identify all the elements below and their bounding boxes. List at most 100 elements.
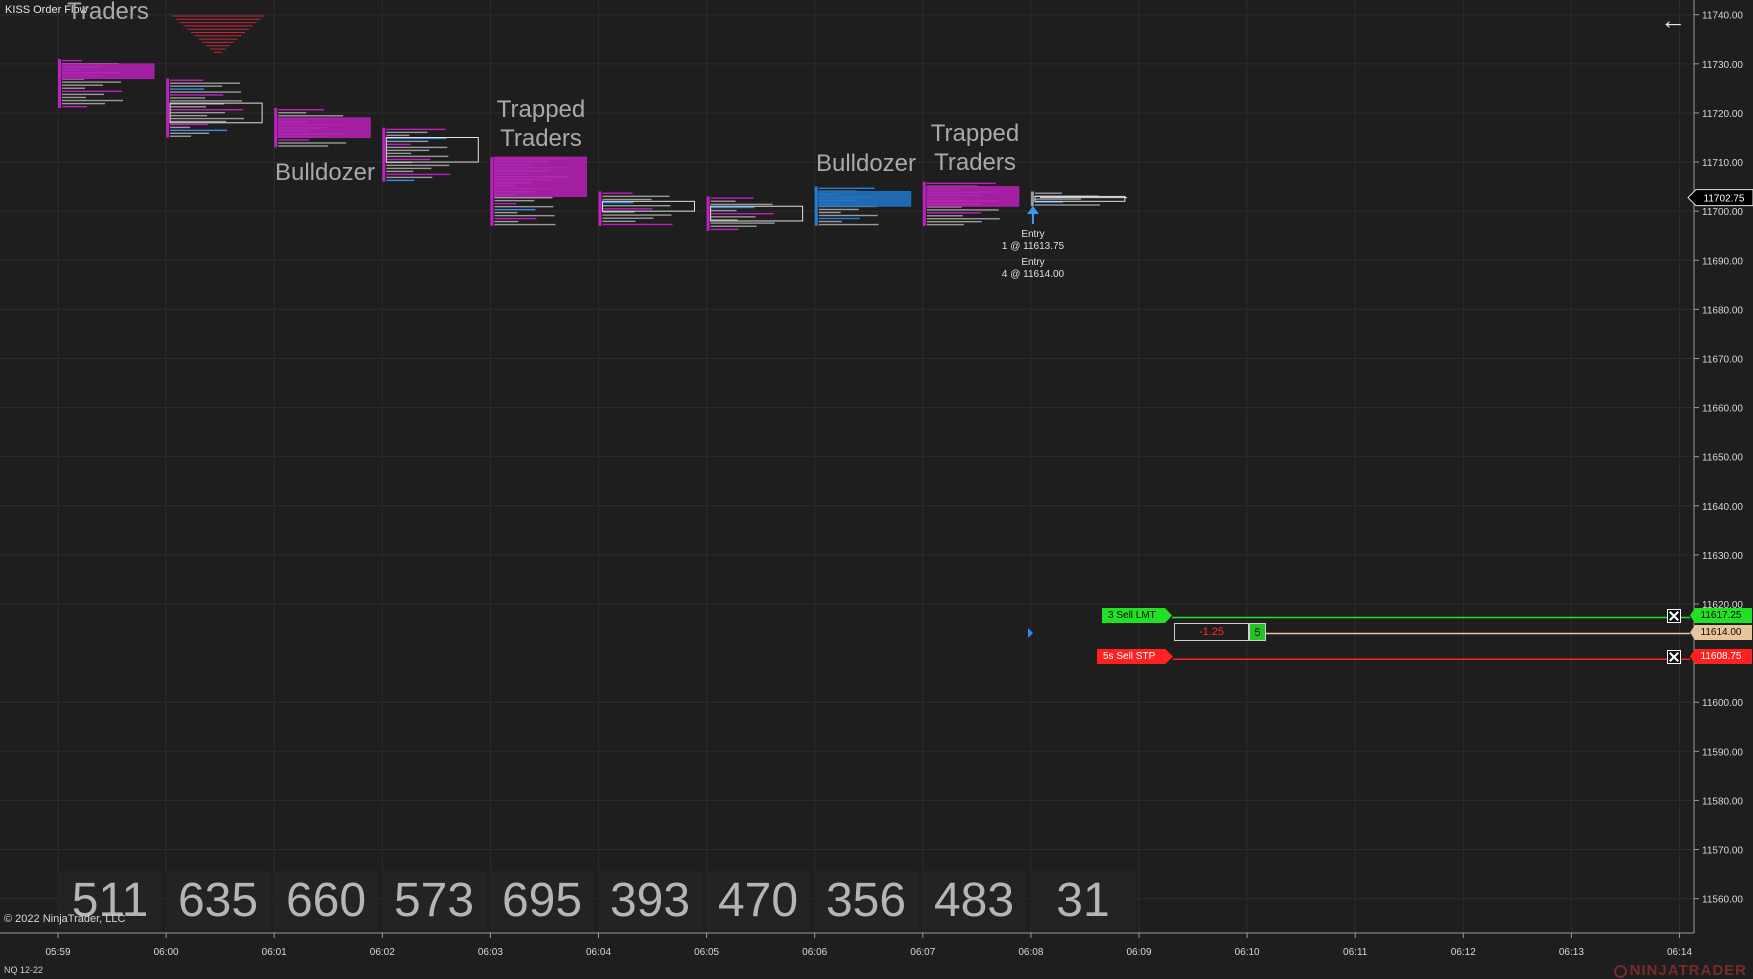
- price-tick-label: 11720.00: [1702, 109, 1743, 120]
- volume-box: 635: [166, 871, 270, 930]
- time-tick-label: 06:07: [910, 947, 935, 958]
- price-tick-label: 11570.00: [1702, 846, 1743, 857]
- footprint-bar-range: [922, 181, 926, 226]
- volume-box: 470: [706, 871, 810, 930]
- volume-profile-row: [494, 217, 537, 220]
- volume-profile-row: [926, 215, 963, 217]
- close-stop-order-button[interactable]: [1667, 650, 1681, 664]
- current-price-label: 11702.75: [1704, 194, 1745, 205]
- time-tick-label: 06:09: [1126, 947, 1151, 958]
- footprint-bar-range: [706, 196, 710, 231]
- sell-limit-order-tag[interactable]: 3 Sell LMT: [1102, 608, 1172, 623]
- price-tick-label: 11580.00: [1702, 796, 1743, 807]
- volume-profile-row: [602, 217, 654, 219]
- volume-profile-row: [710, 197, 754, 199]
- volume-profile-row: [494, 211, 518, 214]
- volume-profile-row: [386, 146, 448, 149]
- time-tick-label: 06:00: [154, 947, 179, 958]
- volume-profile-row: [710, 228, 739, 231]
- volume-profile-row: [170, 88, 205, 90]
- volume-profile-row: [710, 206, 755, 209]
- volume-profile-row: [278, 109, 325, 111]
- volume-profile-row: [926, 212, 981, 214]
- stop-price-label: 11608.75: [1690, 649, 1752, 664]
- volume-profile-row: [926, 220, 982, 223]
- volume-profile-row: [494, 214, 555, 217]
- volume-profile-row: [602, 192, 633, 194]
- instrument-label: NQ 12-22: [4, 965, 44, 975]
- volume-profile-row: [386, 155, 449, 158]
- time-tick-label: 06:05: [694, 947, 719, 958]
- time-tick-label: 06:08: [1018, 947, 1043, 958]
- volume-profile-row: [602, 195, 670, 198]
- footprint-bar-range: [58, 58, 61, 109]
- value-area-box: [61, 63, 155, 80]
- position-price-label: 11614.00: [1690, 625, 1752, 640]
- volume-profile-row: [62, 90, 122, 93]
- price-tick-label: 11710.00: [1702, 158, 1743, 169]
- volume-profile-row: [926, 182, 996, 185]
- volume-profile-row: [818, 214, 878, 217]
- annotation-traders: Traders: [67, 0, 149, 25]
- volume-profile-row: [818, 220, 842, 223]
- time-tick-label: 06:04: [586, 947, 611, 958]
- volume-profile-row: [926, 218, 1000, 220]
- volume-profile-row: [170, 109, 244, 111]
- volume-profile-row: [386, 143, 411, 146]
- volume-profile-row: [170, 85, 223, 87]
- sell-stop-order-tag[interactable]: 5s Sell STP: [1097, 649, 1173, 664]
- volume-profile-row: [386, 134, 410, 137]
- volume-profile-row: [62, 59, 82, 62]
- chart-canvas[interactable]: 11740.00 11730.00 11720.00 11710.00 11700.00…: [0, 0, 1753, 979]
- volume-profile-row: [602, 205, 671, 207]
- volume-profile-row: [62, 87, 85, 89]
- volume-profile-row: [278, 142, 347, 144]
- volume-profile-row: [170, 123, 209, 126]
- volume-profile-row: [386, 167, 432, 170]
- position-quantity-button[interactable]: 5: [1249, 623, 1266, 641]
- volume-profile-row: [386, 173, 451, 176]
- time-tick-label: 06:12: [1451, 947, 1476, 958]
- volume-profile-row: [386, 140, 429, 143]
- volume-profile-row: [170, 106, 207, 108]
- price-tick-label: 11730.00: [1702, 60, 1743, 71]
- value-area-box: [926, 186, 1020, 207]
- volume-profile-row: [170, 100, 243, 102]
- footprint-bar-range: [490, 157, 494, 226]
- volume-profile-row: [710, 213, 774, 215]
- time-tick-label: 06:13: [1559, 947, 1584, 958]
- volume-box: 483: [922, 871, 1026, 930]
- time-tick-label: 06:06: [802, 947, 827, 958]
- volume-profile-row: [170, 114, 208, 117]
- volume-profile-row: [494, 208, 536, 211]
- volume-profile-row: [602, 198, 652, 201]
- volume-profile-row: [494, 202, 517, 205]
- volume-box: 695: [490, 871, 594, 930]
- volume-profile-row: [494, 205, 554, 208]
- volume-profile-row: [710, 203, 773, 206]
- volume-profile-row: [602, 214, 672, 216]
- volume-profile-row: [818, 211, 841, 214]
- volume-profile-row: [386, 149, 430, 152]
- volume-profile-row: [278, 139, 310, 141]
- time-tick-label: 06:03: [478, 947, 503, 958]
- volume-box: 660: [274, 871, 378, 930]
- volume-profile-row: [62, 96, 86, 99]
- position-pnl: -1.25: [1174, 623, 1249, 641]
- volume-profile-row: [62, 93, 104, 96]
- volume-profile-row: [602, 223, 673, 226]
- close-target-order-button[interactable]: [1667, 609, 1681, 623]
- time-tick-label: 05:59: [45, 947, 70, 958]
- volume-profile-row: [710, 216, 756, 218]
- time-tick-label: 06:11: [1343, 947, 1368, 958]
- trapped-traders-triangle: [172, 15, 264, 53]
- volume-profile-row: [386, 158, 431, 161]
- volume-profile-row: [386, 179, 415, 182]
- time-tick-label: 06:01: [262, 947, 287, 958]
- volume-profile-row: [386, 164, 450, 167]
- arrow-left-icon[interactable]: ←: [1660, 6, 1686, 34]
- volume-profile-row: [170, 79, 204, 81]
- volume-profile-row: [170, 94, 224, 96]
- price-tick-label: 11660.00: [1702, 404, 1743, 415]
- volume-profile-row: [1034, 192, 1062, 194]
